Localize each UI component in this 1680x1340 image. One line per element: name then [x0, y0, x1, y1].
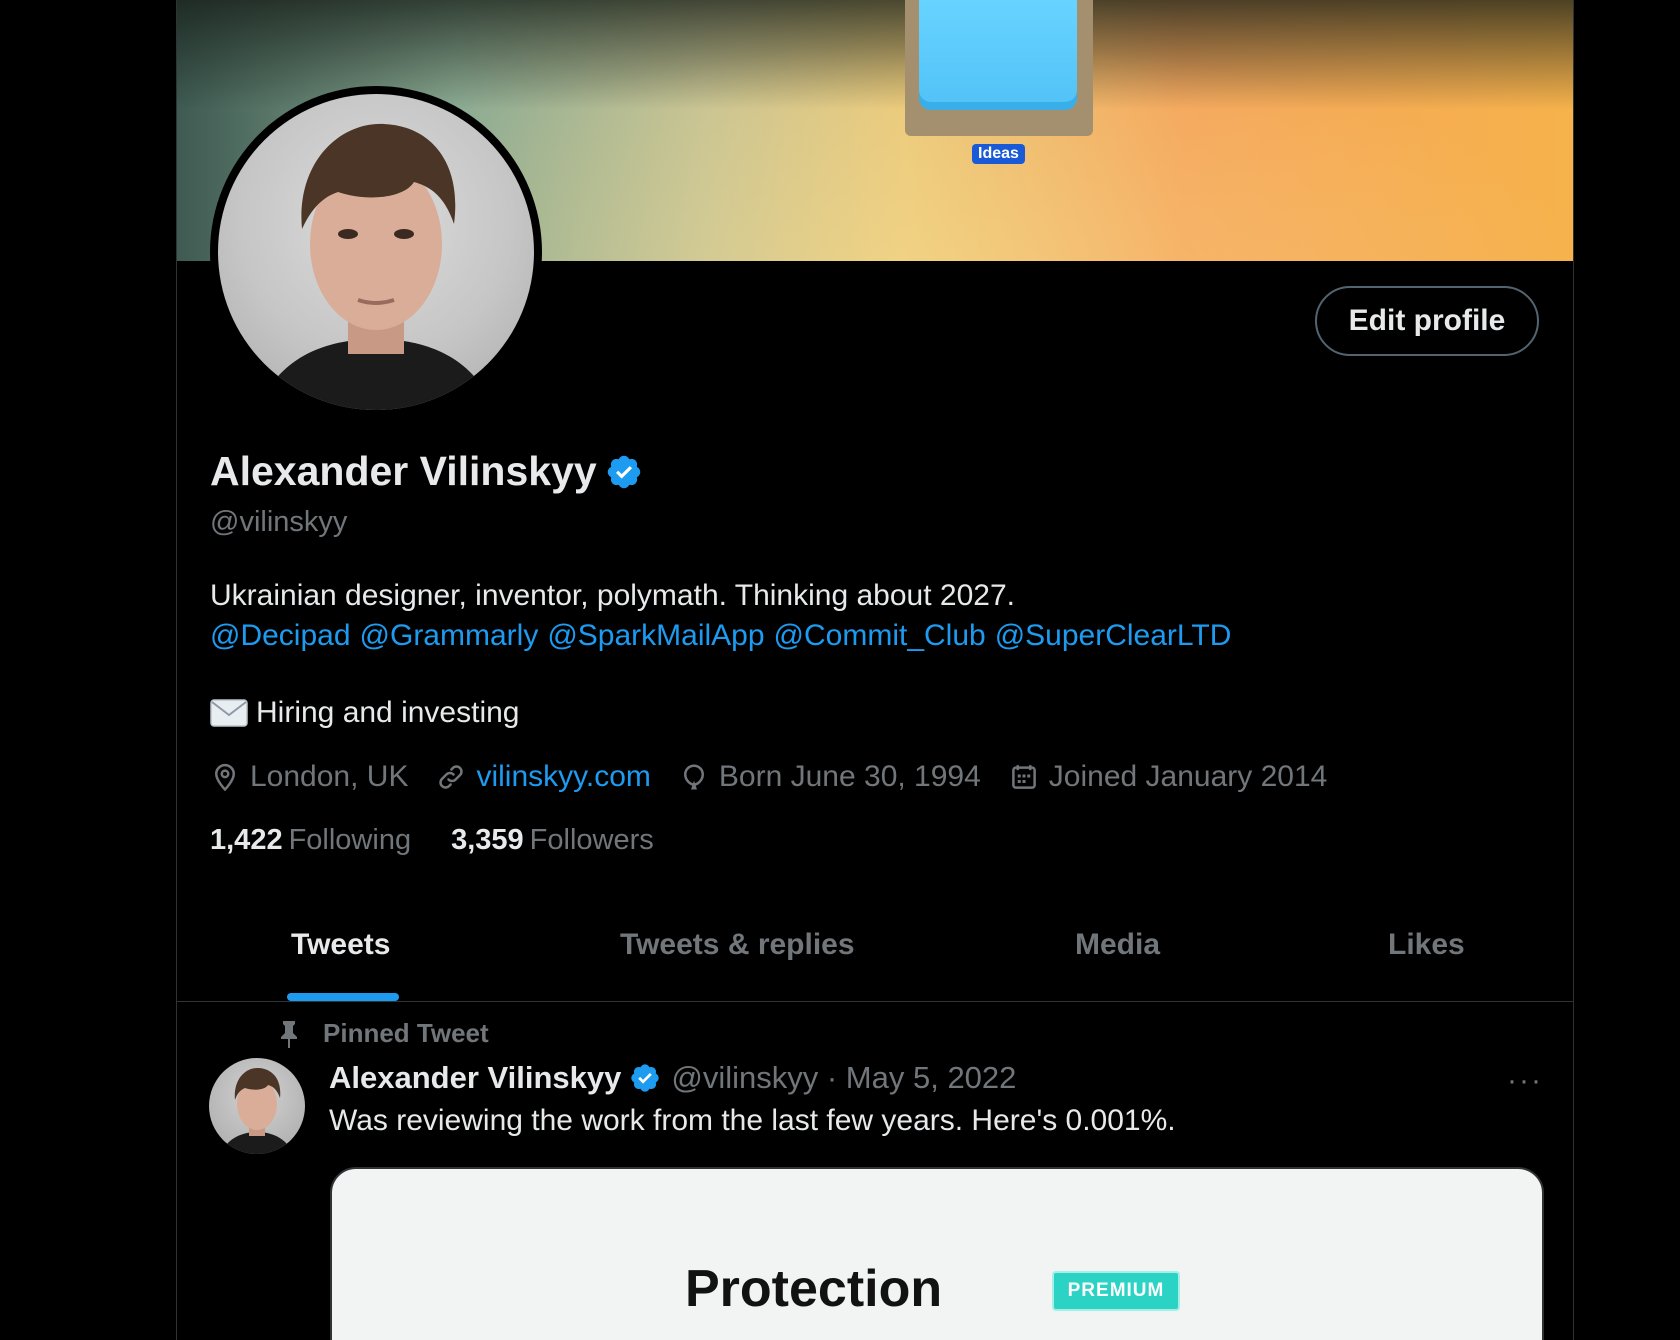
- tweet-author-name[interactable]: Alexander Vilinskyy: [329, 1060, 621, 1096]
- more-icon[interactable]: ···: [1507, 1064, 1543, 1098]
- tab-tweets[interactable]: Tweets: [291, 928, 390, 962]
- website-link[interactable]: vilinskyy.com: [476, 760, 650, 794]
- tweet-header: Alexander Vilinskyy @vilinskyy · May 5, …: [329, 1060, 1016, 1096]
- profile-handle: @vilinskyy: [210, 506, 348, 538]
- mention-link[interactable]: @Decipad: [210, 619, 351, 652]
- hiring-text: Hiring and investing: [256, 696, 520, 729]
- following-stat[interactable]: 1,422 Following: [210, 824, 411, 857]
- profile-tabs: Tweets Tweets & replies Media Likes: [177, 900, 1573, 1002]
- pin-icon: [281, 1020, 297, 1048]
- pinned-tweet-label: Pinned Tweet: [323, 1018, 489, 1048]
- envelope-icon: [210, 698, 248, 728]
- follow-stats: 1,422 Following 3,359 Followers: [210, 824, 694, 857]
- birthday-text: Born June 30, 1994: [718, 760, 981, 793]
- profile-name-row: Alexander Vilinskyy: [210, 448, 643, 495]
- location-text: London, UK: [250, 760, 409, 793]
- bio-hiring-line: Hiring and investing: [210, 696, 519, 730]
- profile-bio: Ukrainian designer, inventor, polymath. …: [210, 576, 1240, 656]
- tweet-handle-date[interactable]: @vilinskyy · May 5, 2022: [671, 1060, 1016, 1096]
- edit-profile-button[interactable]: Edit profile: [1315, 286, 1539, 356]
- profile-avatar[interactable]: [210, 86, 542, 418]
- mention-link[interactable]: @Commit_Club: [774, 619, 986, 652]
- bio-text: Ukrainian designer, inventor, polymath. …: [210, 579, 1015, 612]
- website-item[interactable]: vilinskyy.com: [436, 760, 651, 794]
- mention-link[interactable]: @Grammarly: [360, 619, 539, 652]
- link-icon: [439, 765, 464, 789]
- profile-column: Ideas Edit profile Alexander Vilinskyy @…: [176, 0, 1574, 1340]
- location-pin-icon: [214, 763, 236, 792]
- followers-stat[interactable]: 3,359 Followers: [451, 824, 654, 857]
- mention-link[interactable]: @SuperClearLTD: [995, 619, 1232, 652]
- tweet-media-card[interactable]: Protection PREMIUM: [330, 1167, 1544, 1340]
- mention-link[interactable]: @SparkMailApp: [547, 619, 764, 652]
- person-portrait-icon: [258, 123, 494, 410]
- profile-name: Alexander Vilinskyy: [210, 448, 597, 494]
- avatar-photo: [218, 94, 534, 410]
- followers-label: Followers: [529, 824, 654, 856]
- followers-count: 3,359: [451, 824, 524, 856]
- verified-badge-icon[interactable]: [629, 1062, 661, 1094]
- folder-icon[interactable]: [919, 0, 1077, 110]
- balloon-icon: [683, 764, 704, 790]
- tweet-text: Was reviewing the work from the last few…: [329, 1104, 1176, 1137]
- following-label: Following: [288, 824, 412, 856]
- following-count: 1,422: [210, 824, 283, 856]
- premium-badge: PREMIUM: [1052, 1271, 1180, 1311]
- profile-meta-row: London, UK vilinskyy.com Born June 30, 1…: [210, 760, 1355, 794]
- active-tab-indicator: [287, 993, 399, 1001]
- folder-label[interactable]: Ideas: [972, 144, 1025, 164]
- tweet-author-avatar[interactable]: [209, 1058, 305, 1154]
- person-portrait-icon: [221, 1067, 293, 1154]
- tab-media[interactable]: Media: [1075, 928, 1160, 962]
- tab-likes[interactable]: Likes: [1388, 928, 1465, 962]
- media-title: Protection: [685, 1260, 943, 1318]
- pinned-tweet-label-row: Pinned Tweet: [277, 1018, 489, 1049]
- joined-item: Joined January 2014: [1009, 760, 1328, 794]
- location-item: London, UK: [210, 760, 408, 794]
- tab-tweets-replies[interactable]: Tweets & replies: [620, 928, 855, 962]
- bio-mentions: @Decipad @Grammarly @SparkMailApp @Commit_C…: [210, 616, 1240, 656]
- birthday-item: Born June 30, 1994: [679, 760, 981, 794]
- joined-text: Joined January 2014: [1048, 760, 1328, 793]
- calendar-icon: [1011, 765, 1036, 789]
- verified-badge-icon[interactable]: [605, 453, 643, 491]
